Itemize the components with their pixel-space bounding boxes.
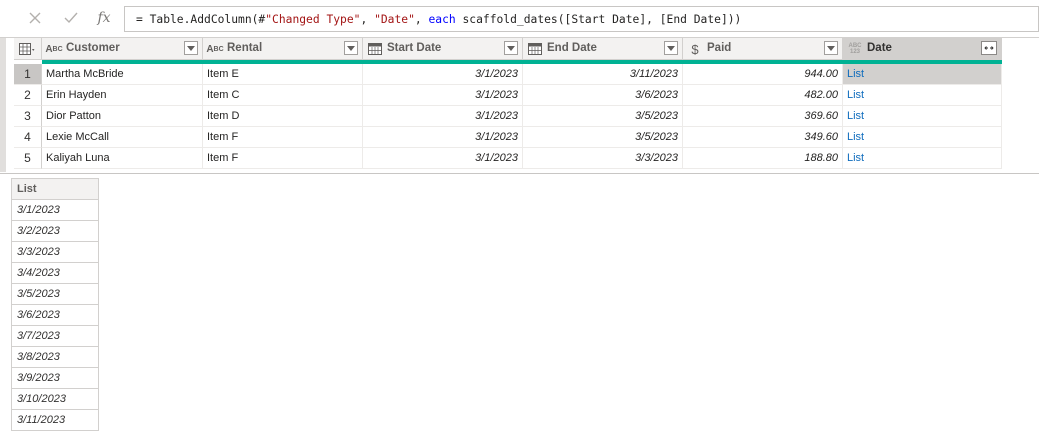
preview-header: List bbox=[11, 178, 99, 200]
cell-paid[interactable]: 482.00 bbox=[683, 85, 843, 106]
date-type-icon[interactable] bbox=[526, 42, 544, 56]
formula-text: = Table.AddColumn(#"Changed Type", "Date… bbox=[136, 13, 742, 26]
table-grid-icon bbox=[19, 43, 35, 55]
cell-start-date[interactable]: 3/1/2023 bbox=[363, 64, 523, 85]
table-row[interactable]: 1 Martha McBride Item E 3/1/2023 3/11/20… bbox=[14, 64, 1003, 85]
currency-type-icon[interactable]: $ bbox=[686, 42, 704, 57]
filter-dropdown-icon[interactable] bbox=[504, 41, 518, 55]
cancel-formula-icon[interactable] bbox=[24, 6, 46, 30]
cell-end-date[interactable]: 3/6/2023 bbox=[523, 85, 683, 106]
column-header-start-date[interactable]: Start Date bbox=[363, 38, 523, 60]
list-preview-pane: List 3/1/2023 3/2/2023 3/3/2023 3/4/2023… bbox=[11, 178, 99, 431]
date-type-icon[interactable] bbox=[366, 42, 384, 56]
list-item: 3/5/2023 bbox=[11, 284, 99, 305]
cell-date-list-link[interactable]: List bbox=[843, 106, 1002, 127]
list-item: 3/7/2023 bbox=[11, 326, 99, 347]
cell-end-date[interactable]: 3/11/2023 bbox=[523, 64, 683, 85]
column-label: Rental bbox=[227, 42, 263, 54]
cell-start-date[interactable]: 3/1/2023 bbox=[363, 85, 523, 106]
cell-rental[interactable]: Item F bbox=[203, 127, 363, 148]
any-type-icon[interactable]: ABC 123 bbox=[846, 42, 864, 56]
table-menu-button[interactable] bbox=[14, 38, 42, 60]
column-header-customer[interactable]: ABC Customer bbox=[42, 38, 203, 60]
list-item: 3/8/2023 bbox=[11, 347, 99, 368]
list-item: 3/3/2023 bbox=[11, 242, 99, 263]
cell-rental[interactable]: Item E bbox=[203, 64, 363, 85]
row-number[interactable]: 5 bbox=[14, 148, 42, 169]
row-number[interactable]: 1 bbox=[14, 64, 42, 85]
cell-start-date[interactable]: 3/1/2023 bbox=[363, 148, 523, 169]
fx-icon[interactable]: fx bbox=[93, 6, 115, 30]
table-row[interactable]: 2 Erin Hayden Item C 3/1/2023 3/6/2023 4… bbox=[14, 85, 1003, 106]
cell-customer[interactable]: Dior Patton bbox=[42, 106, 203, 127]
expand-column-icon[interactable] bbox=[981, 41, 997, 55]
commit-formula-icon[interactable] bbox=[60, 6, 82, 30]
column-label: End Date bbox=[547, 42, 597, 54]
text-type-icon[interactable]: ABC bbox=[45, 42, 63, 56]
filter-dropdown-icon[interactable] bbox=[824, 41, 838, 55]
column-label: Date bbox=[867, 42, 892, 54]
cell-paid[interactable]: 944.00 bbox=[683, 64, 843, 85]
list-item: 3/4/2023 bbox=[11, 263, 99, 284]
cell-end-date[interactable]: 3/3/2023 bbox=[523, 148, 683, 169]
table-row[interactable]: 5 Kaliyah Luna Item F 3/1/2023 3/3/2023 … bbox=[14, 148, 1003, 169]
cell-paid[interactable]: 369.60 bbox=[683, 106, 843, 127]
cell-customer[interactable]: Martha McBride bbox=[42, 64, 203, 85]
query-pane-edge bbox=[0, 38, 6, 172]
cell-customer[interactable]: Erin Hayden bbox=[42, 85, 203, 106]
cell-customer[interactable]: Lexie McCall bbox=[42, 127, 203, 148]
cell-paid[interactable]: 188.80 bbox=[683, 148, 843, 169]
cell-end-date[interactable]: 3/5/2023 bbox=[523, 106, 683, 127]
cell-paid[interactable]: 349.60 bbox=[683, 127, 843, 148]
column-header-rental[interactable]: ABC Rental bbox=[203, 38, 363, 60]
list-item: 3/1/2023 bbox=[11, 200, 99, 221]
data-grid: ABC Customer ABC Rental Start Date End D… bbox=[0, 37, 1039, 172]
cell-rental[interactable]: Item F bbox=[203, 148, 363, 169]
list-item: 3/9/2023 bbox=[11, 368, 99, 389]
list-item: 3/11/2023 bbox=[11, 410, 99, 431]
filter-dropdown-icon[interactable] bbox=[344, 41, 358, 55]
formula-input[interactable]: = Table.AddColumn(#"Changed Type", "Date… bbox=[124, 6, 1039, 32]
formula-bar: fx = Table.AddColumn(#"Changed Type", "D… bbox=[0, 0, 1039, 37]
cell-start-date[interactable]: 3/1/2023 bbox=[363, 106, 523, 127]
column-header-paid[interactable]: $ Paid bbox=[683, 38, 843, 60]
cell-end-date[interactable]: 3/5/2023 bbox=[523, 127, 683, 148]
row-number[interactable]: 4 bbox=[14, 127, 42, 148]
column-label: Start Date bbox=[387, 42, 442, 54]
column-header-date[interactable]: ABC 123 Date bbox=[843, 38, 1002, 60]
cell-rental[interactable]: Item D bbox=[203, 106, 363, 127]
row-number[interactable]: 2 bbox=[14, 85, 42, 106]
preview-splitter[interactable] bbox=[0, 173, 1039, 174]
cell-start-date[interactable]: 3/1/2023 bbox=[363, 127, 523, 148]
cell-date-list-link[interactable]: List bbox=[843, 85, 1002, 106]
cell-rental[interactable]: Item C bbox=[203, 85, 363, 106]
filter-dropdown-icon[interactable] bbox=[664, 41, 678, 55]
column-label: Paid bbox=[707, 42, 732, 54]
table-row[interactable]: 3 Dior Patton Item D 3/1/2023 3/5/2023 3… bbox=[14, 106, 1003, 127]
list-item: 3/2/2023 bbox=[11, 221, 99, 242]
cell-customer[interactable]: Kaliyah Luna bbox=[42, 148, 203, 169]
text-type-icon[interactable]: ABC bbox=[206, 42, 224, 56]
row-number[interactable]: 3 bbox=[14, 106, 42, 127]
column-header-end-date[interactable]: End Date bbox=[523, 38, 683, 60]
cell-date-list-link[interactable]: List bbox=[843, 148, 1002, 169]
cell-date-list-link[interactable]: List bbox=[843, 64, 1002, 85]
cell-date-list-link[interactable]: List bbox=[843, 127, 1002, 148]
filter-dropdown-icon[interactable] bbox=[184, 41, 198, 55]
column-label: Customer bbox=[66, 42, 120, 54]
table-row[interactable]: 4 Lexie McCall Item F 3/1/2023 3/5/2023 … bbox=[14, 127, 1003, 148]
list-item: 3/10/2023 bbox=[11, 389, 99, 410]
list-item: 3/6/2023 bbox=[11, 305, 99, 326]
